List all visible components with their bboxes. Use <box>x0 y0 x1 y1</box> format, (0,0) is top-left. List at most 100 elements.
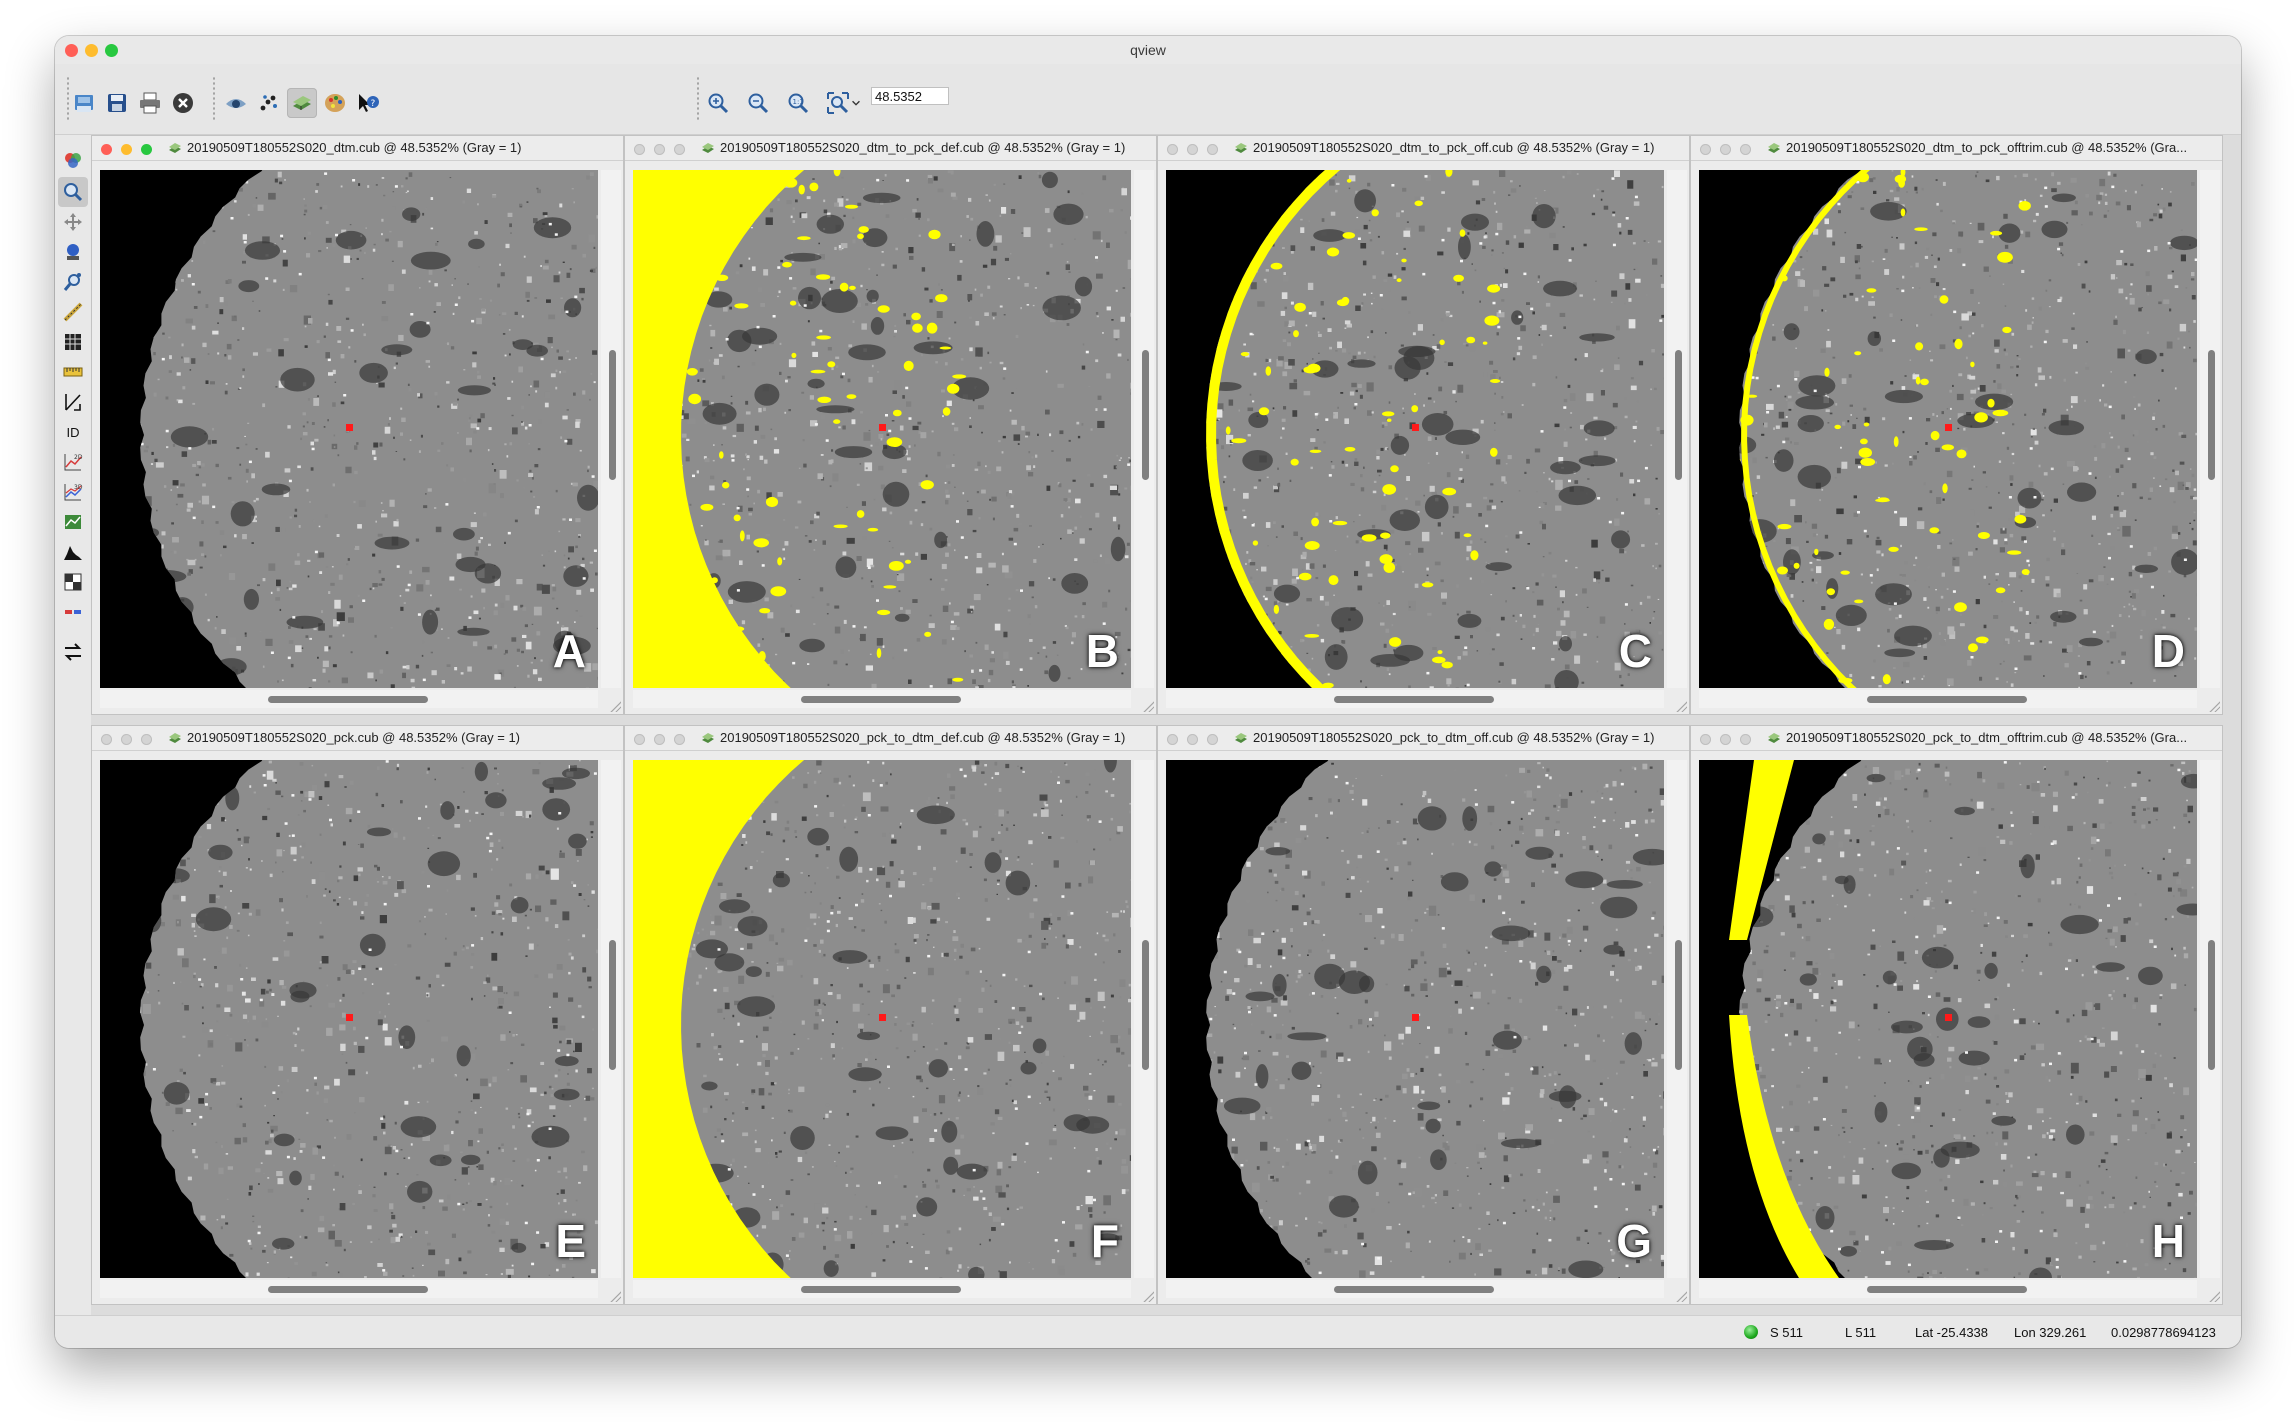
horizontal-scrollbar[interactable] <box>633 1280 1131 1298</box>
viewport-close-button[interactable] <box>101 144 112 155</box>
cube-viewport[interactable]: G <box>1166 760 1664 1278</box>
zoom-input[interactable] <box>871 87 949 105</box>
vertical-scrollbar[interactable] <box>601 760 621 1278</box>
zoom-in-icon[interactable] <box>703 88 733 118</box>
feature-id-tool[interactable]: ID <box>58 417 88 447</box>
vertical-scrollbar[interactable] <box>1667 170 1687 688</box>
vertical-scrollbar[interactable] <box>1134 170 1154 688</box>
viewport-minimize-button[interactable] <box>654 144 665 155</box>
viewport-minimize-button[interactable] <box>1187 734 1198 745</box>
palette-icon[interactable] <box>320 88 350 118</box>
viewport-close-button[interactable] <box>1167 734 1178 745</box>
viewport-maximize-button[interactable] <box>1740 734 1751 745</box>
spectral-tool-icon[interactable] <box>58 507 88 537</box>
cube-viewport[interactable]: A <box>100 170 598 688</box>
scroll-thumb[interactable] <box>1867 1286 2027 1293</box>
viewport-window-g[interactable]: 20190509T180552S020_pck_to_dtm_off.cub @… <box>1157 725 1690 1305</box>
viewport-close-button[interactable] <box>634 144 645 155</box>
scatter-icon[interactable] <box>254 88 284 118</box>
scroll-thumb[interactable] <box>1142 940 1149 1070</box>
viewport-maximize-button[interactable] <box>1207 144 1218 155</box>
horizontal-scrollbar[interactable] <box>1166 1280 1664 1298</box>
stretch-tool-icon[interactable] <box>58 237 88 267</box>
band-tool-icon[interactable] <box>58 145 88 175</box>
scroll-thumb[interactable] <box>2208 940 2215 1070</box>
plot-2d-tool-icon[interactable]: 2D <box>58 447 88 477</box>
horizontal-scrollbar[interactable] <box>1699 1280 2197 1298</box>
viewport-minimize-button[interactable] <box>1720 144 1731 155</box>
viewport-window-e[interactable]: 20190509T180552S020_pck.cub @ 48.5352% (… <box>91 725 624 1305</box>
scroll-thumb[interactable] <box>801 696 961 703</box>
whats-this-icon[interactable]: ? <box>353 88 383 118</box>
viewport-maximize-button[interactable] <box>141 734 152 745</box>
zoom-actual-icon[interactable]: 1:1 <box>783 88 813 118</box>
cube-viewport[interactable]: C <box>1166 170 1664 688</box>
swap-tool-icon[interactable] <box>58 637 88 667</box>
viewport-window-c[interactable]: 20190509T180552S020_dtm_to_pck_off.cub @… <box>1157 135 1690 715</box>
histogram-tool-icon[interactable] <box>58 537 88 567</box>
viewport-maximize-button[interactable] <box>1207 734 1218 745</box>
viewport-title-bar[interactable]: 20190509T180552S020_dtm.cub @ 48.5352% (… <box>92 136 623 161</box>
viewport-close-button[interactable] <box>101 734 112 745</box>
scroll-thumb[interactable] <box>1142 350 1149 480</box>
scroll-thumb[interactable] <box>1867 696 2027 703</box>
cube-viewport[interactable]: H <box>1699 760 2197 1278</box>
viewport-window-d[interactable]: 20190509T180552S020_dtm_to_pck_offtrim.c… <box>1690 135 2223 715</box>
horizontal-scrollbar[interactable] <box>1166 690 1664 708</box>
plot-3d-tool-icon[interactable]: 3D <box>58 477 88 507</box>
viewport-title-bar[interactable]: 20190509T180552S020_dtm_to_pck_offtrim.c… <box>1691 136 2222 161</box>
viewport-maximize-button[interactable] <box>674 144 685 155</box>
viewport-minimize-button[interactable] <box>1187 144 1198 155</box>
print-icon[interactable] <box>135 88 165 118</box>
chevron-down-icon[interactable] <box>849 88 863 118</box>
find-tool-icon[interactable] <box>58 267 88 297</box>
stereo-tool-icon[interactable] <box>58 597 88 627</box>
resize-grip-icon[interactable] <box>1142 700 1154 712</box>
scroll-thumb[interactable] <box>1675 940 1682 1070</box>
scroll-thumb[interactable] <box>268 696 428 703</box>
horizontal-scrollbar[interactable] <box>633 690 1131 708</box>
scroll-thumb[interactable] <box>801 1286 961 1293</box>
viewport-minimize-button[interactable] <box>121 734 132 745</box>
viewport-close-button[interactable] <box>1167 144 1178 155</box>
resize-grip-icon[interactable] <box>609 1290 621 1302</box>
resize-grip-icon[interactable] <box>1142 1290 1154 1302</box>
edit-tool-icon[interactable] <box>58 567 88 597</box>
link-viewports-icon[interactable] <box>287 88 317 118</box>
viewport-window-f[interactable]: 20190509T180552S020_pck_to_dtm_def.cub @… <box>624 725 1157 1305</box>
viewport-close-button[interactable] <box>634 734 645 745</box>
viewport-maximize-button[interactable] <box>674 734 685 745</box>
viewport-title-bar[interactable]: 20190509T180552S020_pck_to_dtm_off.cub @… <box>1158 726 1689 751</box>
cube-viewport[interactable]: E <box>100 760 598 1278</box>
special-pixel-tool-icon[interactable] <box>58 387 88 417</box>
blink-icon[interactable] <box>221 88 251 118</box>
stats-tool-icon[interactable] <box>58 327 88 357</box>
viewport-title-bar[interactable]: 20190509T180552S020_pck_to_dtm_def.cub @… <box>625 726 1156 751</box>
viewport-maximize-button[interactable] <box>1740 144 1751 155</box>
viewport-minimize-button[interactable] <box>121 144 132 155</box>
viewport-maximize-button[interactable] <box>141 144 152 155</box>
cube-viewport[interactable]: B <box>633 170 1131 688</box>
cube-viewport[interactable]: F <box>633 760 1131 1278</box>
viewport-window-b[interactable]: 20190509T180552S020_dtm_to_pck_def.cub @… <box>624 135 1157 715</box>
resize-grip-icon[interactable] <box>2208 1290 2220 1302</box>
ruler-tool-icon[interactable] <box>58 357 88 387</box>
measure-tool-icon[interactable] <box>58 297 88 327</box>
scroll-thumb[interactable] <box>609 940 616 1070</box>
zoom-tool-icon[interactable] <box>58 177 88 207</box>
scroll-thumb[interactable] <box>609 350 616 480</box>
viewport-title-bar[interactable]: 20190509T180552S020_dtm_to_pck_def.cub @… <box>625 136 1156 161</box>
viewport-title-bar[interactable]: 20190509T180552S020_pck.cub @ 48.5352% (… <box>92 726 623 751</box>
scroll-thumb[interactable] <box>2208 350 2215 480</box>
zoom-out-icon[interactable] <box>743 88 773 118</box>
resize-grip-icon[interactable] <box>1675 700 1687 712</box>
vertical-scrollbar[interactable] <box>2200 170 2220 688</box>
scroll-thumb[interactable] <box>268 1286 428 1293</box>
viewport-window-a[interactable]: 20190509T180552S020_dtm.cub @ 48.5352% (… <box>91 135 624 715</box>
vertical-scrollbar[interactable] <box>1134 760 1154 1278</box>
resize-grip-icon[interactable] <box>2208 700 2220 712</box>
vertical-scrollbar[interactable] <box>2200 760 2220 1278</box>
horizontal-scrollbar[interactable] <box>100 690 598 708</box>
viewport-close-button[interactable] <box>1700 734 1711 745</box>
resize-grip-icon[interactable] <box>609 700 621 712</box>
